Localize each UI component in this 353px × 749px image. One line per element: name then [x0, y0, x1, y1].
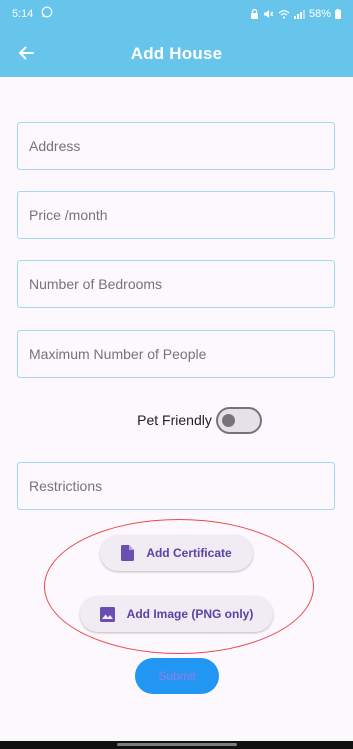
- mute-icon: [263, 10, 274, 18]
- status-bar: 5:14 58%: [0, 0, 353, 30]
- home-gesture-bar[interactable]: [117, 743, 237, 746]
- whatsapp-icon: [41, 6, 53, 18]
- navigation-bar: [0, 741, 353, 749]
- max-people-input[interactable]: [17, 330, 335, 378]
- page-title: Add House: [130, 44, 223, 63]
- add-image-label: Add Image (PNG only): [126, 607, 254, 621]
- app-bar: 5:14 58% Add House: [0, 0, 353, 77]
- restrictions-input[interactable]: [17, 462, 335, 510]
- submit-button[interactable]: Submit: [135, 658, 219, 694]
- add-image-button[interactable]: Add Image (PNG only): [80, 596, 273, 632]
- pet-friendly-label: Pet Friendly: [137, 412, 212, 428]
- document-icon: [121, 545, 135, 561]
- signal-icon: [293, 10, 305, 19]
- battery-percent: 58%: [308, 8, 331, 20]
- wifi-icon: [278, 10, 290, 19]
- bedrooms-input[interactable]: [17, 260, 335, 308]
- add-certificate-label: Add Certificate: [146, 546, 232, 560]
- pet-friendly-row: Pet Friendly: [0, 405, 353, 435]
- address-input[interactable]: [17, 122, 335, 170]
- image-icon: [99, 606, 115, 622]
- price-input[interactable]: [17, 191, 335, 239]
- status-time: 5:14: [12, 8, 34, 20]
- battery-icon: [335, 9, 341, 19]
- status-icons: 58%: [250, 8, 341, 20]
- pet-friendly-toggle[interactable]: [215, 406, 262, 434]
- add-certificate-button[interactable]: Add Certificate: [100, 535, 253, 571]
- notification-lock-icon: [250, 9, 258, 19]
- toggle-knob: [221, 413, 235, 427]
